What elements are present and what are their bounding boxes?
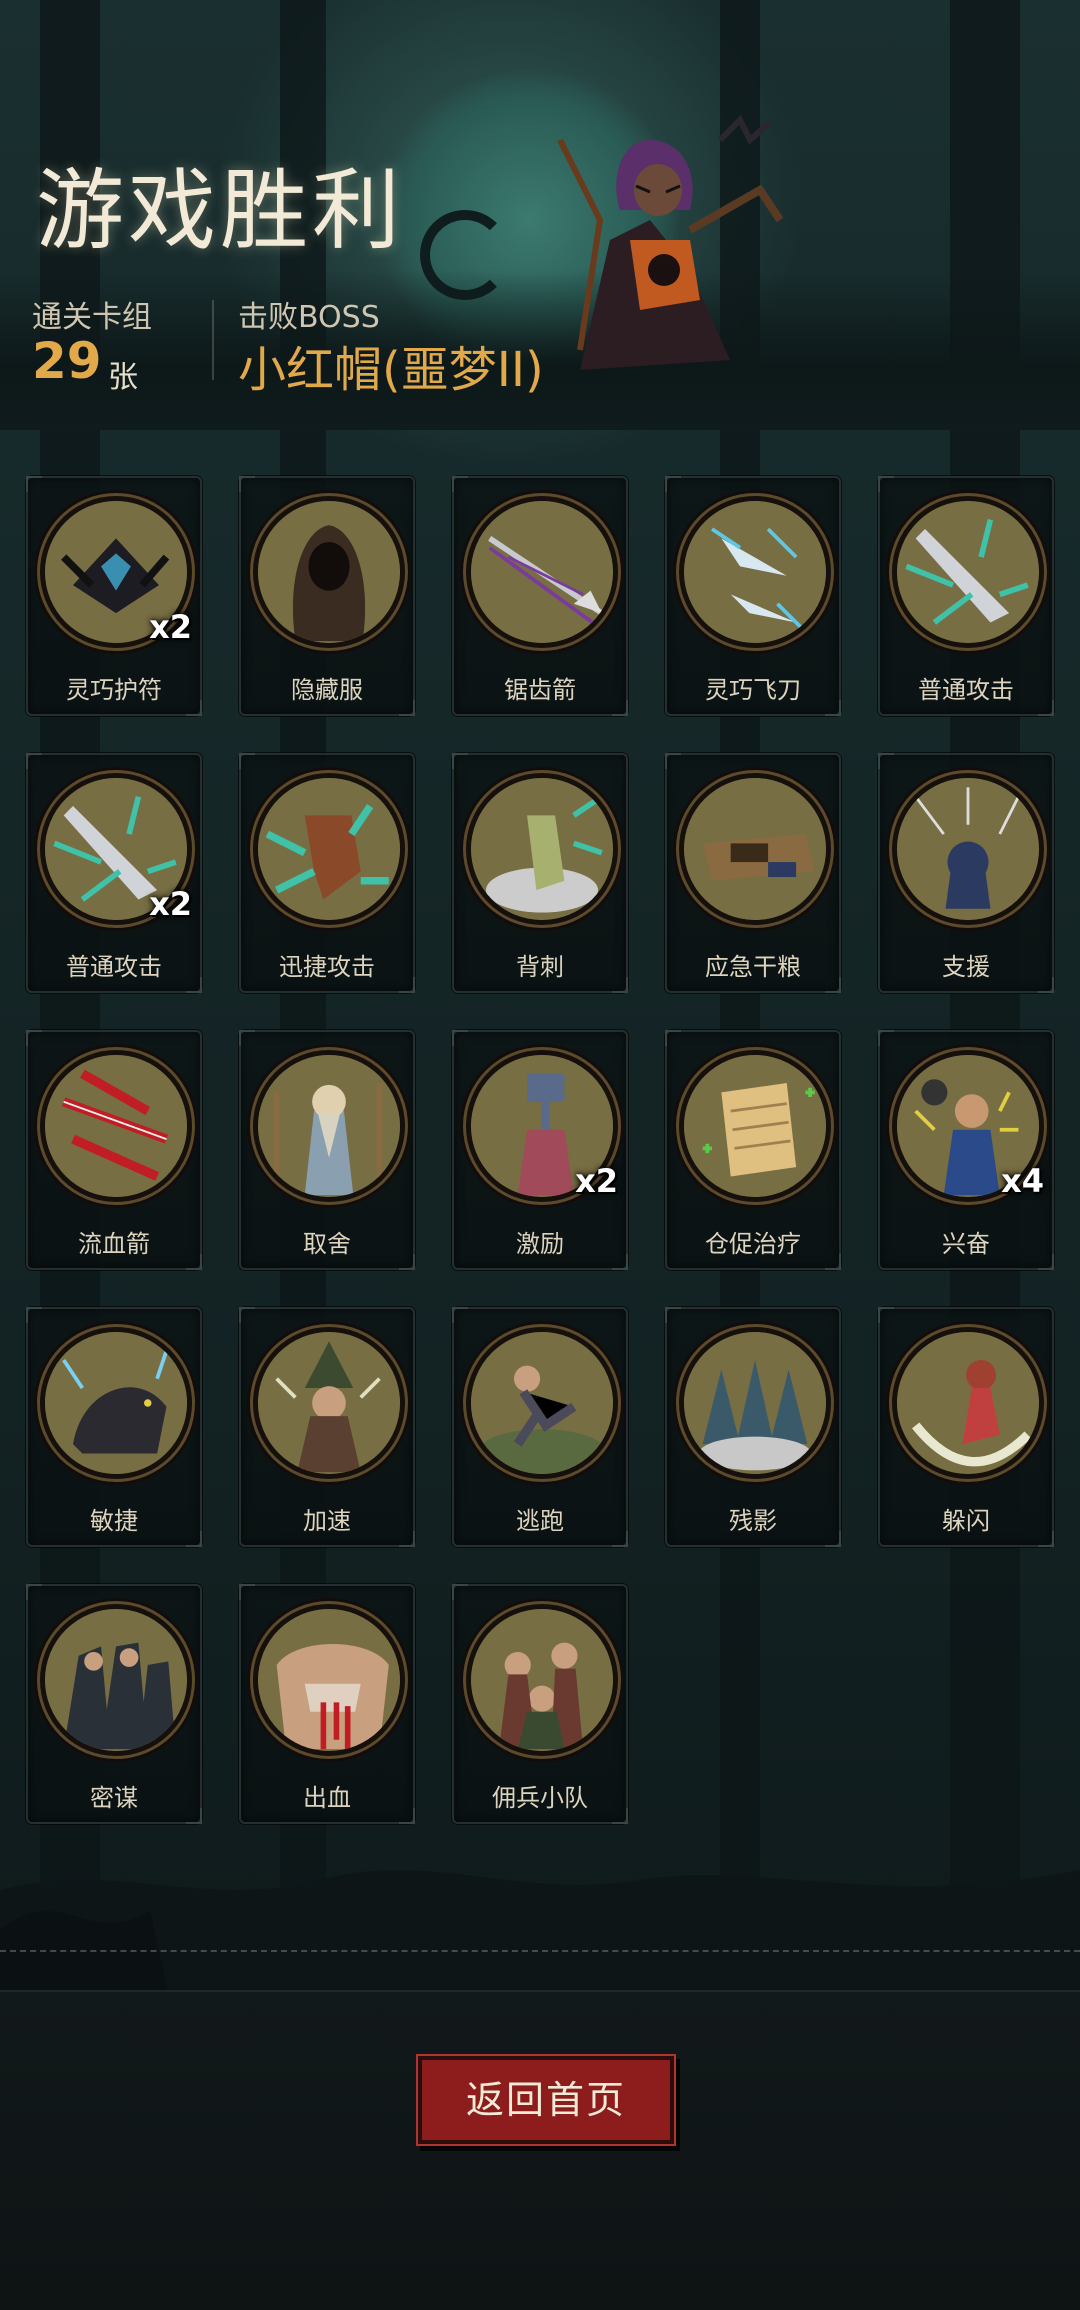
card-label: 逃跑 [516,1507,564,1535]
support-icon [892,773,1044,925]
card-label: 敏捷 [90,1507,138,1535]
card-label: 出血 [303,1784,351,1812]
runner-icon [466,1327,618,1479]
serrated-arrow-icon [466,496,618,648]
mercenary-icon [466,1604,618,1756]
card-item[interactable]: 敏捷 [26,1307,202,1547]
panther-icon [40,1327,192,1479]
card-item[interactable]: x2 普通攻击 [26,753,202,993]
card-item[interactable]: 躲闪 [878,1307,1054,1547]
afterimage-icon [679,1327,831,1479]
card-multiplier: x4 [1001,1162,1044,1200]
card-label: 锯齿箭 [504,676,576,704]
card-label: 支援 [942,953,990,981]
card-item[interactable]: x2 激励 [452,1030,628,1270]
bleeding-arrow-icon [40,1050,192,1202]
card-item[interactable]: x2 灵巧护符 [26,476,202,716]
card-item[interactable]: 隐藏服 [239,476,415,716]
card-label: 躲闪 [942,1507,990,1535]
dodge-icon [892,1327,1044,1479]
card-item[interactable]: 出血 [239,1584,415,1824]
backstab-icon [466,773,618,925]
card-item[interactable]: 佣兵小队 [452,1584,628,1824]
card-label: 普通攻击 [918,676,1014,704]
card-item[interactable]: x4 兴奋 [878,1030,1054,1270]
return-home-button[interactable]: 返回首页 [418,2056,674,2144]
card-item[interactable]: 流血箭 [26,1030,202,1270]
bleed-icon [253,1604,405,1756]
card-item[interactable]: 残影 [665,1307,841,1547]
card-label: 隐藏服 [291,676,363,704]
witch-icon [253,1327,405,1479]
card-item[interactable]: 加速 [239,1307,415,1547]
deck-unit: 张 [108,360,138,395]
flying-knife-icon [679,496,831,648]
card-label: 背刺 [516,953,564,981]
bottom-panel [0,1990,1080,2310]
conspiracy-icon [40,1604,192,1756]
card-label: 密谋 [90,1784,138,1812]
card-item[interactable]: 灵巧飞刀 [665,476,841,716]
card-item[interactable]: 密谋 [26,1584,202,1824]
boss-name: 小红帽(噩梦II) [238,342,544,398]
deck-count: 29 [32,332,102,390]
page-title: 游戏胜利 [36,159,405,262]
header-divider [212,300,214,380]
card-label: 应急干粮 [705,953,801,981]
card-label: 激励 [516,1230,564,1258]
ground-silhouette [0,1870,1080,2000]
card-label: 普通攻击 [66,953,162,981]
card-multiplier: x2 [575,1162,618,1200]
card-item[interactable]: 支援 [878,753,1054,993]
sage-icon [253,1050,405,1202]
card-label: 佣兵小队 [492,1784,588,1812]
arrowhead-icon [892,496,1044,648]
card-item[interactable]: 应急干粮 [665,753,841,993]
card-label: 取舍 [303,1230,351,1258]
card-item[interactable]: 取舍 [239,1030,415,1270]
card-item[interactable]: 仓促治疗 [665,1030,841,1270]
card-item[interactable]: 背刺 [452,753,628,993]
card-multiplier: x2 [149,885,192,923]
card-item[interactable]: 普通攻击 [878,476,1054,716]
card-label: 迅捷攻击 [279,953,375,981]
card-label: 流血箭 [78,1230,150,1258]
scroll-icon [679,1050,831,1202]
card-label: 兴奋 [942,1230,990,1258]
swift-strike-icon [253,773,405,925]
separator-line [0,1950,1080,1952]
deck-label: 通关卡组 [32,300,152,335]
rations-icon [679,773,831,925]
card-item[interactable]: 锯齿箭 [452,476,628,716]
card-label: 残影 [729,1507,777,1535]
card-multiplier: x2 [149,608,192,646]
card-label: 加速 [303,1507,351,1535]
card-label: 仓促治疗 [705,1230,801,1258]
card-label: 灵巧护符 [66,676,162,704]
card-label: 灵巧飞刀 [705,676,801,704]
hood-cloak-icon [253,496,405,648]
card-item[interactable]: 逃跑 [452,1307,628,1547]
card-item[interactable]: 迅捷攻击 [239,753,415,993]
hero-rogue-illustration [557,114,784,370]
